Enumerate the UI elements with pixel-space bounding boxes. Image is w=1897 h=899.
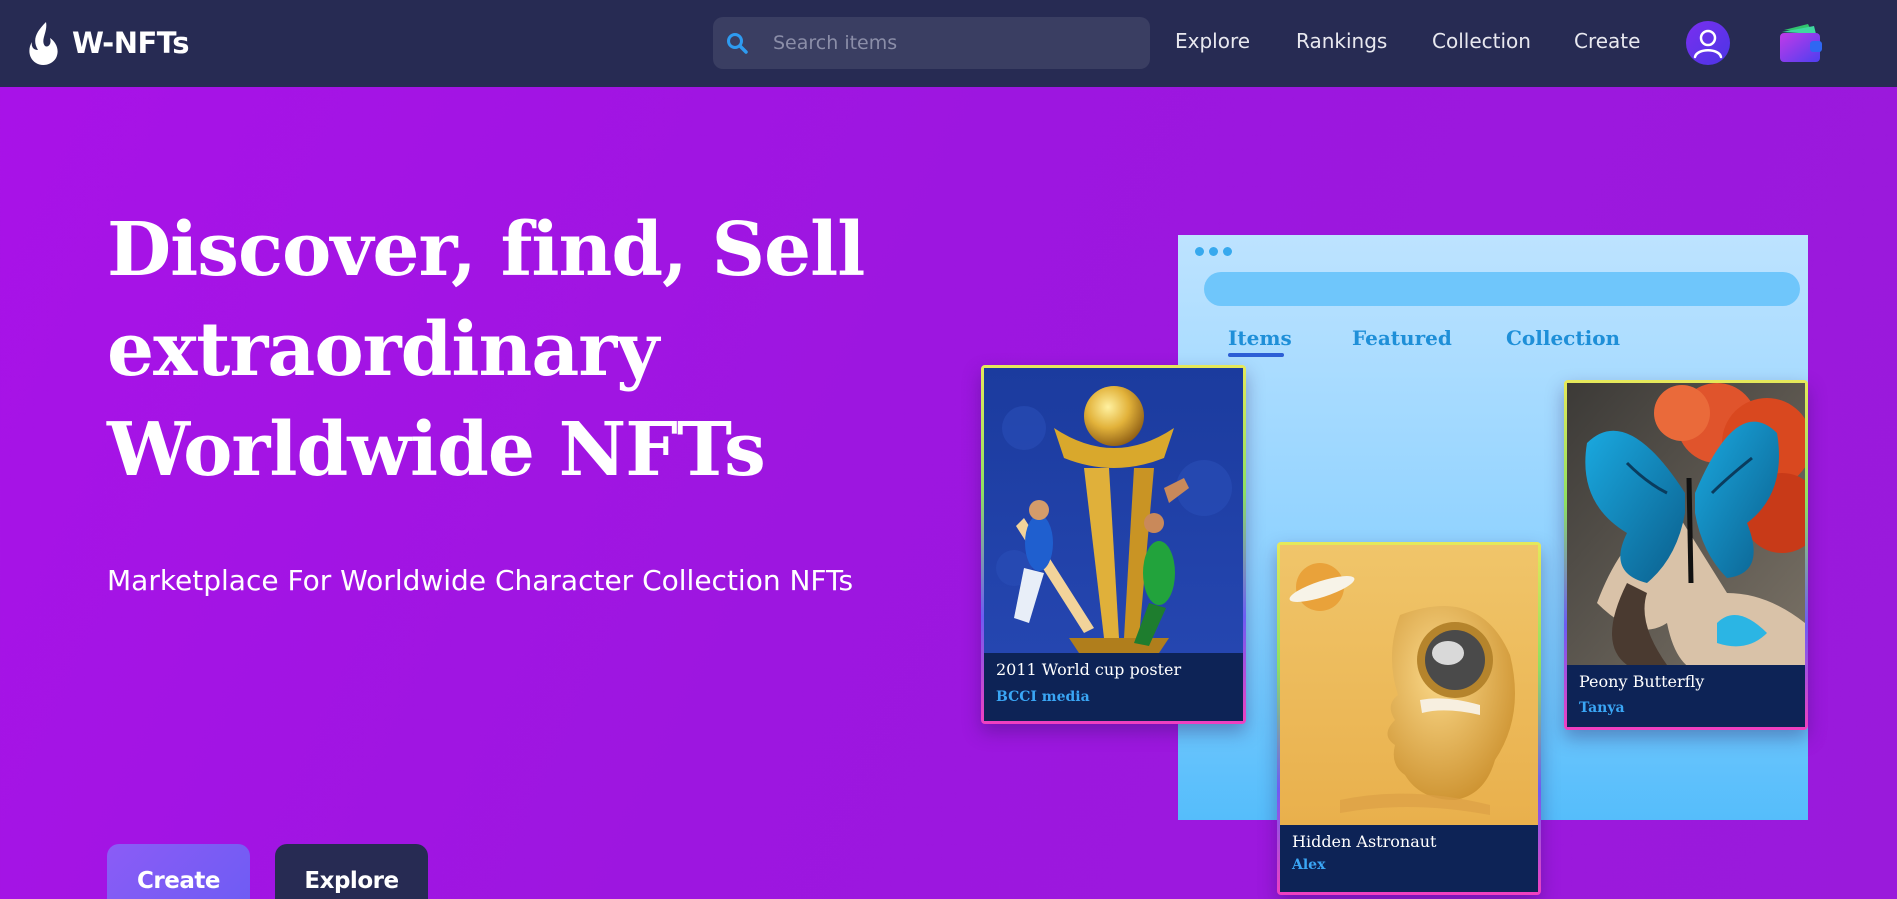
nav-link-explore[interactable]: Explore (1175, 29, 1250, 53)
hero-subtitle: Marketplace For Worldwide Character Coll… (107, 564, 854, 597)
search-bar[interactable] (713, 17, 1150, 69)
hero-title-line-3: Worldwide NFTs (107, 407, 766, 493)
hero-title-line-2: extraordinary (107, 307, 659, 393)
flame-logo-icon (29, 22, 58, 66)
worldcup-poster-image (984, 368, 1243, 653)
card-title: Hidden Astronaut (1292, 832, 1437, 851)
hidden-astronaut-image (1280, 545, 1538, 825)
tab-items[interactable]: Items (1228, 326, 1292, 350)
wallet-icon[interactable] (1778, 22, 1824, 64)
tab-collection[interactable]: Collection (1506, 326, 1620, 350)
nft-card-worldcup[interactable]: 2011 World cup poster BCCI media (981, 365, 1246, 724)
hero-title-line-1: Discover, find, Sell (107, 207, 865, 293)
search-icon[interactable] (725, 31, 749, 55)
card-author[interactable]: Tanya (1579, 700, 1625, 716)
tab-featured[interactable]: Featured (1352, 326, 1452, 350)
hero-title: Discover, find, Sell extraordinary World… (107, 200, 867, 500)
brand-name: W-NFTs (72, 26, 190, 60)
nft-card-hidden-astronaut[interactable]: Hidden Astronaut Alex (1277, 542, 1541, 895)
create-button[interactable]: Create (107, 844, 250, 899)
card-title: Peony Butterfly (1579, 672, 1705, 691)
mockup-address-bar (1204, 272, 1800, 306)
card-author[interactable]: BCCI media (996, 689, 1090, 705)
brand-logo[interactable]: W-NFTs (28, 20, 190, 66)
window-dots (1195, 247, 1232, 256)
card-title: 2011 World cup poster (996, 660, 1182, 679)
explore-button[interactable]: Explore (275, 844, 428, 899)
nav-link-rankings[interactable]: Rankings (1296, 29, 1387, 53)
navbar: W-NFTs Explore Rankings Collection Creat… (0, 0, 1897, 87)
nav-link-collection[interactable]: Collection (1432, 29, 1531, 53)
card-author[interactable]: Alex (1292, 857, 1325, 873)
nft-card-peony-butterfly[interactable]: Peony Butterfly Tanya (1564, 380, 1808, 730)
nav-link-create[interactable]: Create (1574, 29, 1640, 53)
active-tab-indicator (1228, 353, 1284, 357)
peony-butterfly-image (1567, 383, 1805, 665)
user-avatar-icon (1693, 29, 1723, 59)
search-input[interactable] (773, 17, 1133, 69)
user-avatar[interactable] (1686, 21, 1730, 65)
